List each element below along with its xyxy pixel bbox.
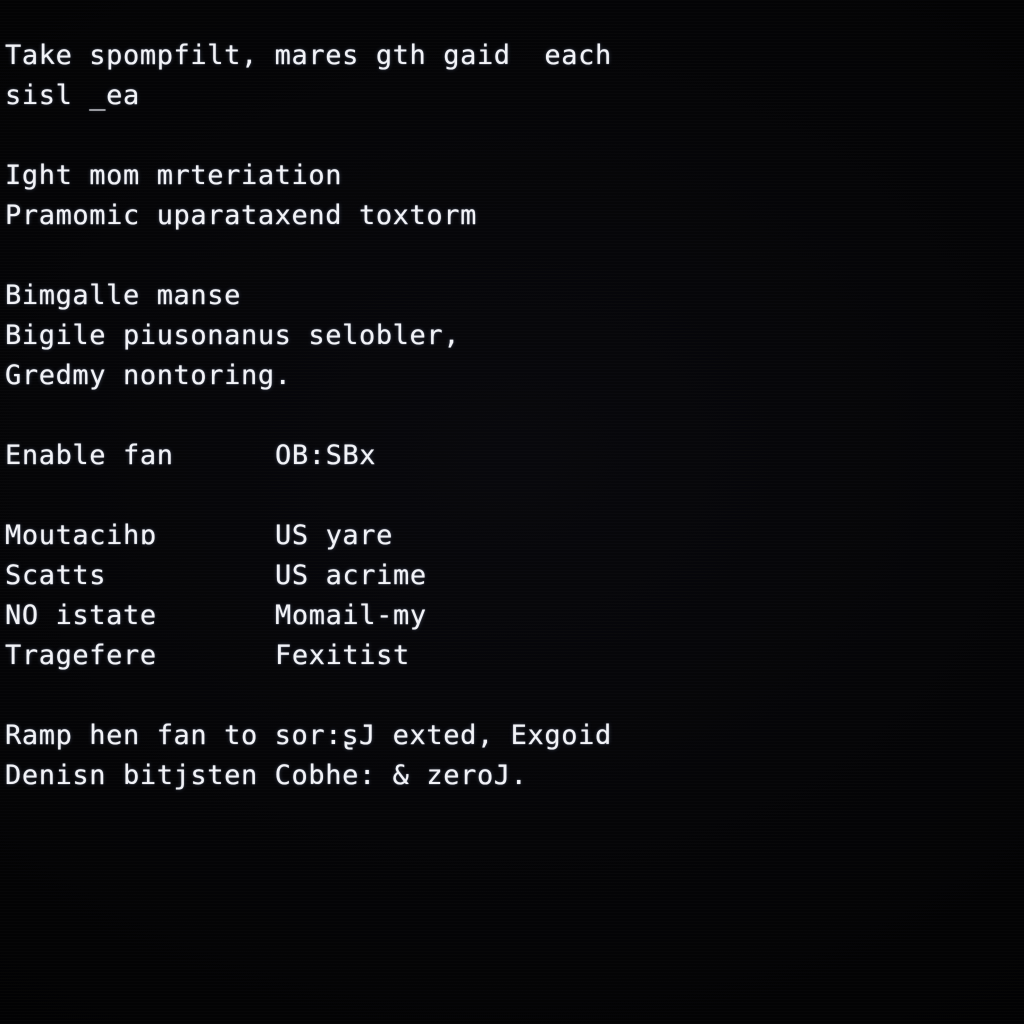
console-line: Ight mom mrteriation	[5, 160, 343, 191]
console-row: Tragefere Fexitist	[5, 636, 1019, 676]
console-line: Take spompfilt, mares gth gaid each	[5, 40, 612, 71]
console-line: sisl _ea	[5, 80, 140, 111]
console-block-outro: Ramp hen fan to sor:ʂJ exted, Exgoid Deni…	[5, 716, 1019, 796]
console-row-value: Momail-my	[275, 600, 427, 631]
console-block-section-bimgalle: Bimgalle manse Bigile piusonanus selobler…	[5, 276, 1019, 396]
console-row-label: Enable fan	[5, 440, 174, 471]
console-block-intro: Take spompfilt, mares gth gaid each sisl …	[5, 36, 1019, 116]
console-line: Denisn bitjsten Cobhe: & zeroJ.	[5, 760, 528, 791]
terminal-screen: Take spompfilt, mares gth gaid each sisl …	[0, 0, 1024, 1024]
console-line: Bigile piusonanus selobler,	[5, 320, 461, 351]
console-block-enable-fan: Enable fan OB:SBx	[5, 436, 1019, 476]
console-block-section-mrteriation: Ight mom mrteriation Pramomic uparataxend…	[5, 156, 1019, 236]
console-line: Bimgalle manse	[5, 280, 241, 311]
console-row: Enable fan OB:SBx	[5, 436, 1019, 476]
console-row: Moutacihɒ US yare	[5, 516, 1019, 556]
console-row-value: OB:SBx	[275, 440, 377, 471]
console-line: Pramomic uparataxend toxtorm	[5, 200, 477, 231]
console-line: Gredmy nontoring.	[5, 360, 292, 391]
console-output: Take spompfilt, mares gth gaid each sisl …	[5, 36, 1019, 796]
console-row-value: US yare	[275, 520, 393, 551]
console-row-label: Tragefere	[5, 640, 157, 671]
console-block-status-table: Moutacihɒ US yare Scatts US acrime NO istate…	[5, 516, 1019, 676]
console-row-value: Fexitist	[275, 640, 410, 671]
console-line: Ramp hen fan to sor:ʂJ exted, Exgoid	[5, 720, 612, 751]
console-row: NO istate Momail-my	[5, 596, 1019, 636]
console-row-label: Scatts	[5, 560, 107, 591]
console-row-value: US acrime	[275, 560, 427, 591]
console-row-label: Moutacihɒ	[5, 520, 157, 551]
console-row-label: NO istate	[5, 600, 157, 631]
console-row: Scatts US acrime	[5, 556, 1019, 596]
